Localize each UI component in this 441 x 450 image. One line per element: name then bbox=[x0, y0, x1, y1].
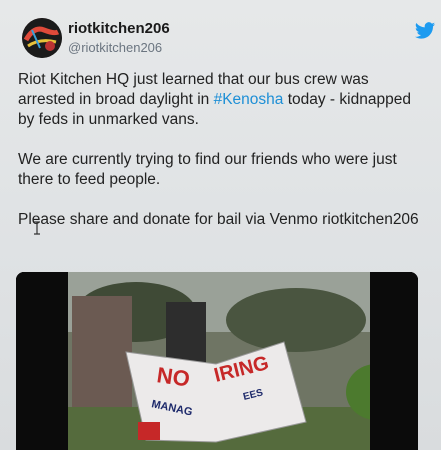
sign-text-no: NO bbox=[155, 362, 191, 391]
tweet-paragraph-3: Please share and donate for bail via Ven… bbox=[18, 211, 419, 228]
tweet-text: Riot Kitchen HQ just learned that our bu… bbox=[18, 70, 428, 250]
tweet-media[interactable]: NO IRING MANAG EES bbox=[16, 272, 418, 450]
screen: riotkitchen206 @riotkitchen206 Riot Kitc… bbox=[0, 0, 441, 450]
text-cursor-icon bbox=[34, 221, 40, 235]
twitter-bird-icon bbox=[414, 22, 436, 39]
user-handle[interactable]: @riotkitchen206 bbox=[68, 40, 162, 55]
tweet-card: riotkitchen206 @riotkitchen206 Riot Kitc… bbox=[0, 0, 441, 450]
hashtag-link[interactable]: #Kenosha bbox=[214, 91, 284, 108]
display-name[interactable]: riotkitchen206 bbox=[68, 20, 170, 37]
media-photo: NO IRING MANAG EES bbox=[16, 272, 418, 450]
tweet-paragraph-1: Riot Kitchen HQ just learned that our bu… bbox=[18, 70, 428, 130]
avatar-image bbox=[22, 18, 62, 58]
avatar[interactable] bbox=[22, 18, 62, 58]
tweet-paragraph-2: We are currently trying to find our frie… bbox=[18, 151, 397, 188]
